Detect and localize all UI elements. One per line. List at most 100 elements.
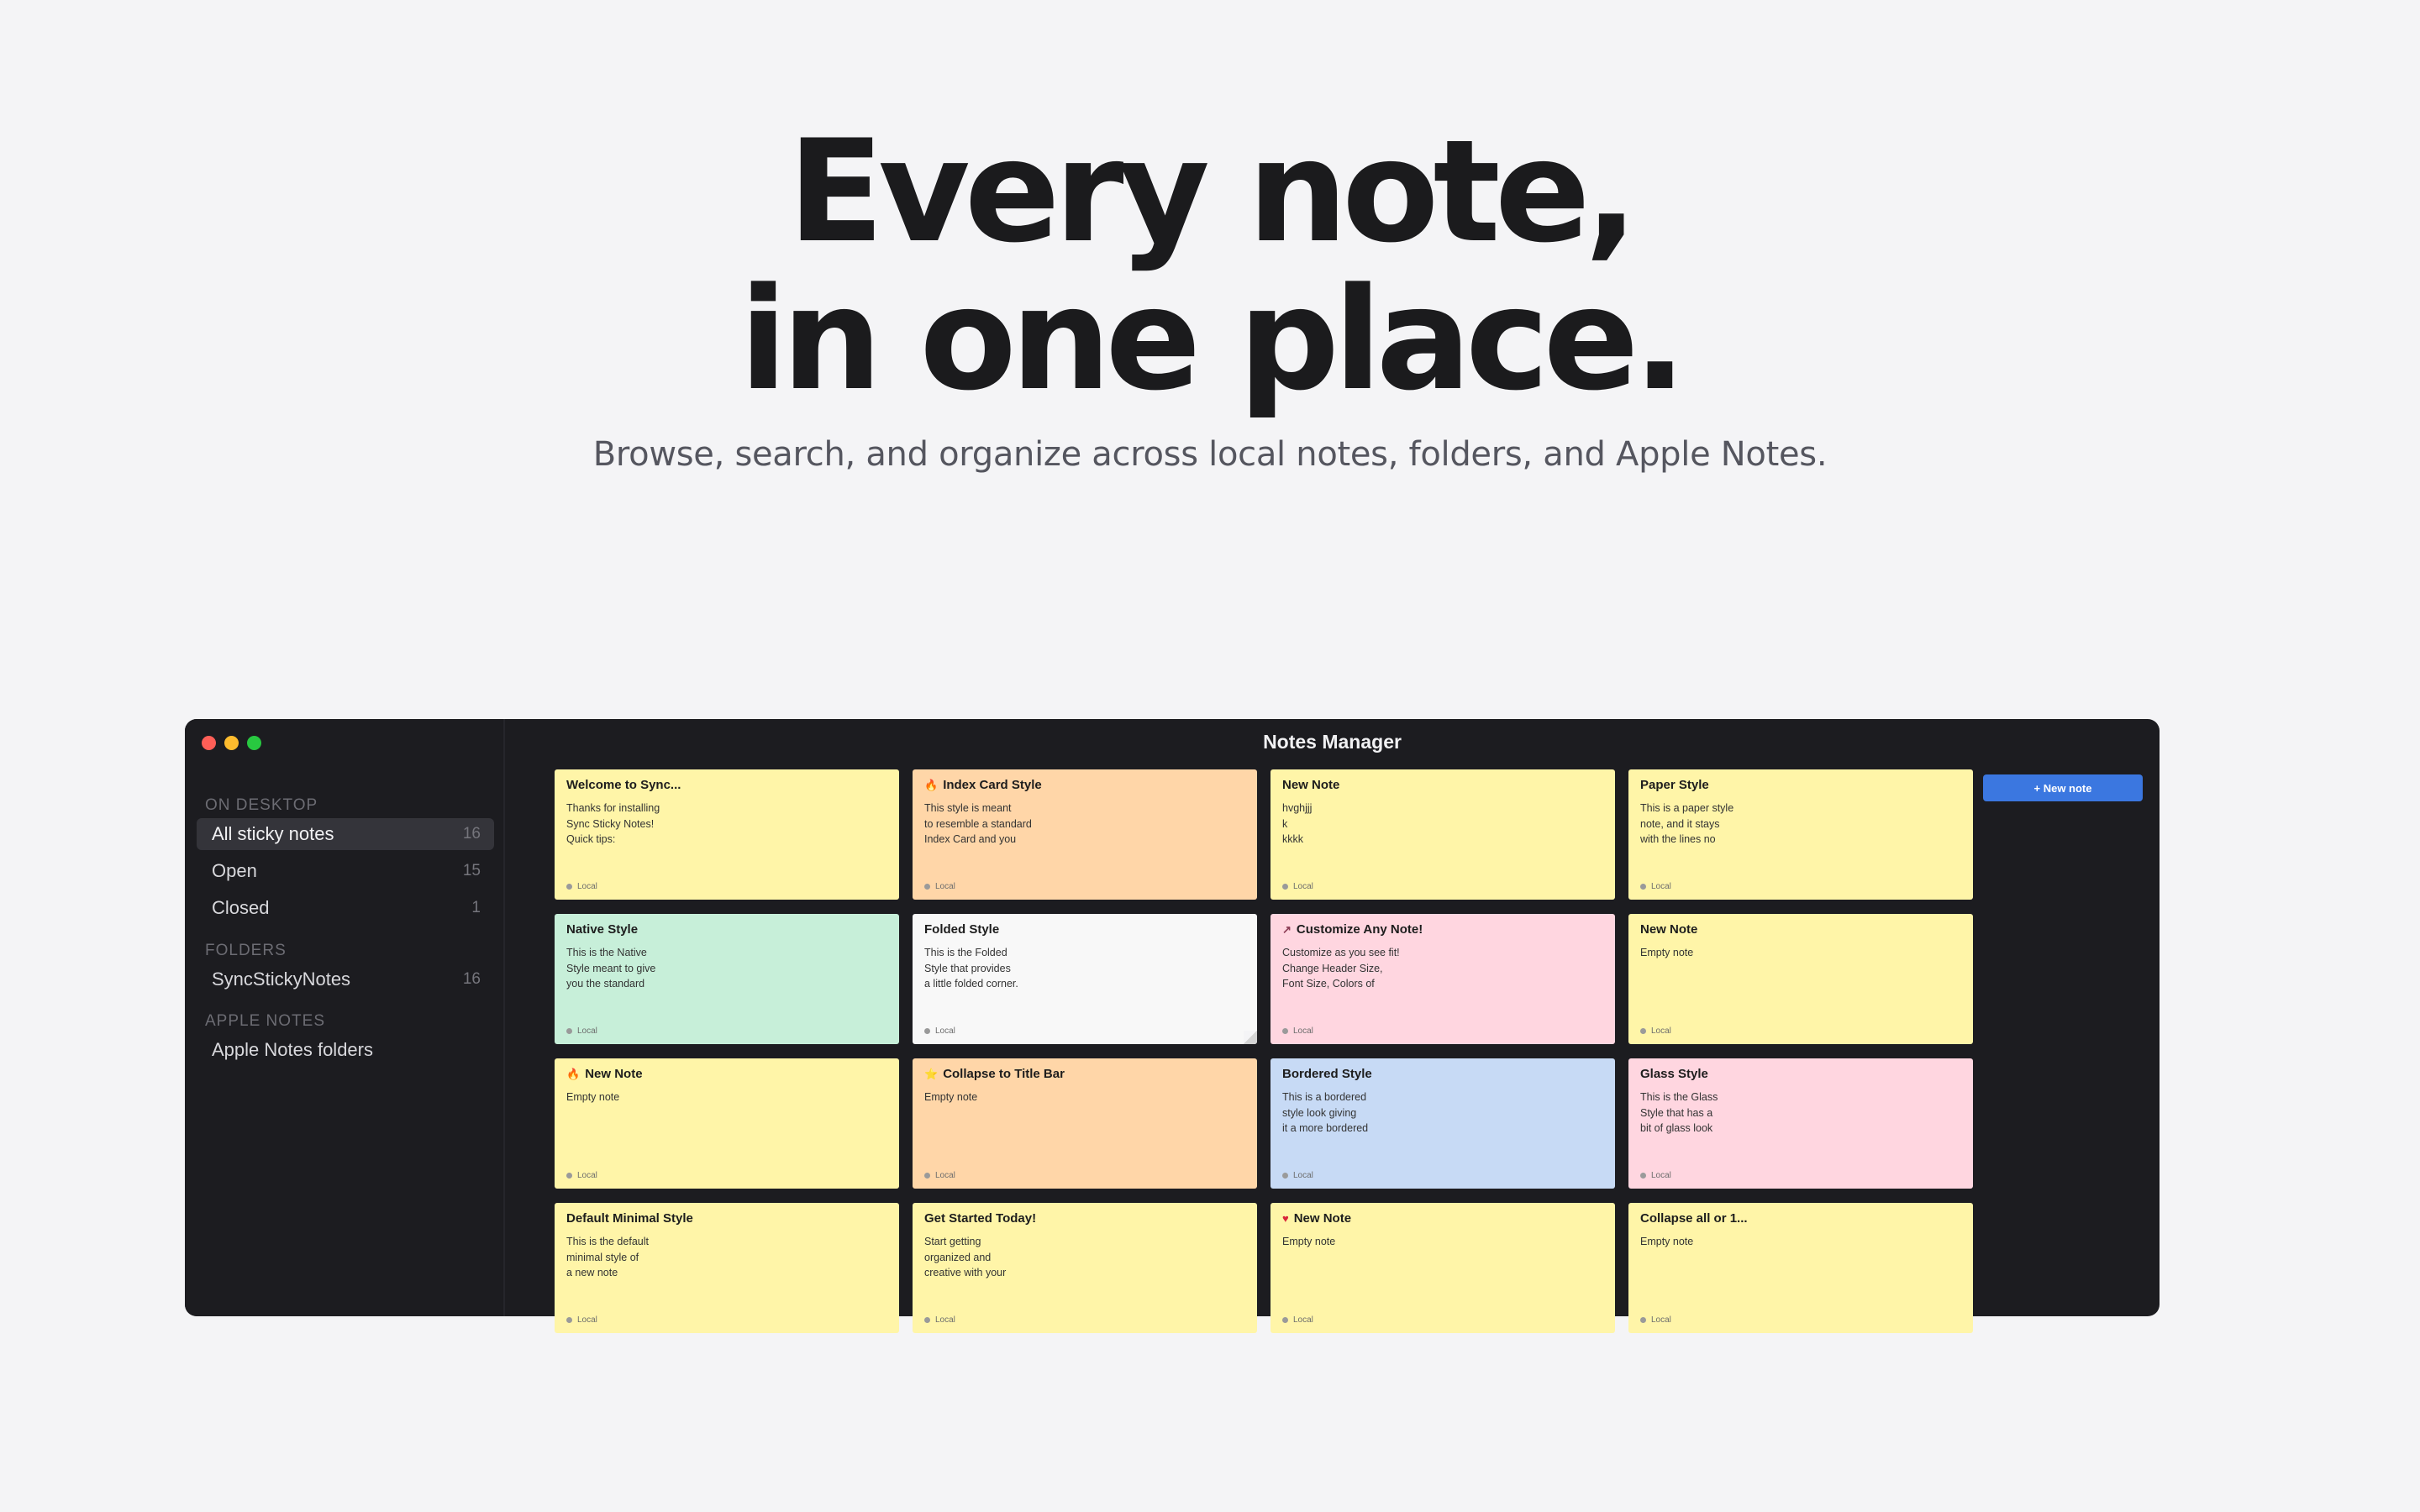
note-title: Glass Style (1640, 1067, 1961, 1081)
note-source: Local (1282, 1171, 1313, 1180)
sidebar-item-open[interactable]: Open 15 (197, 855, 494, 887)
sidebar-item-apple-notes-folders[interactable]: Apple Notes folders (197, 1034, 494, 1066)
note-card[interactable]: Welcome to Sync... Thanks for installing … (555, 769, 899, 900)
note-title: 🔥 New Note (566, 1067, 887, 1081)
note-title: ♥ New Note (1282, 1211, 1603, 1226)
note-title-text: Collapse all or 1... (1640, 1211, 1748, 1226)
note-source: Local (1282, 882, 1313, 891)
sidebar-heading-apple-notes: APPLE NOTES (205, 1012, 325, 1030)
note-card[interactable]: Folded Style This is the Folded Style tha… (913, 914, 1257, 1044)
note-preview: Customize as you see fit! Change Header … (1282, 947, 1400, 990)
close-window-button[interactable] (202, 736, 216, 750)
note-title-text: Native Style (566, 922, 639, 937)
source-dot-icon (1282, 1173, 1288, 1179)
note-card[interactable]: Bordered Style This is a bordered style l… (1270, 1058, 1615, 1189)
sidebar-heading-on-desktop: ON DESKTOP (205, 796, 318, 814)
note-preview: Start getting organized and creative wit… (924, 1236, 1007, 1278)
note-emoji-icon: ♥ (1282, 1212, 1289, 1225)
note-source: Local (1640, 1315, 1671, 1325)
note-source-label: Local (577, 882, 597, 891)
note-preview: Empty note (924, 1091, 978, 1103)
source-dot-icon (924, 884, 930, 890)
note-title-text: Collapse to Title Bar (943, 1067, 1065, 1081)
source-dot-icon (1282, 1317, 1288, 1323)
note-title-text: Bordered Style (1282, 1067, 1372, 1081)
source-dot-icon (566, 1028, 572, 1034)
note-source-label: Local (577, 1026, 597, 1036)
note-preview: This is a bordered style look giving it … (1282, 1091, 1369, 1134)
note-title: Get Started Today! (924, 1211, 1245, 1226)
minimize-window-button[interactable] (224, 736, 239, 750)
note-card[interactable]: ↗ Customize Any Note! Customize as you see… (1270, 914, 1615, 1044)
zoom-window-button[interactable] (247, 736, 261, 750)
note-source: Local (924, 1315, 955, 1325)
note-title: Native Style (566, 922, 887, 937)
note-title-text: Get Started Today! (924, 1211, 1037, 1226)
note-emoji-icon: 🔥 (566, 1068, 581, 1080)
note-emoji-icon: ↗ (1282, 923, 1292, 936)
note-title: Bordered Style (1282, 1067, 1603, 1081)
source-dot-icon (566, 1173, 572, 1179)
note-preview: This is the Native Style meant to give y… (566, 947, 656, 990)
note-card[interactable]: New Note hvghjjj k kkkk Local (1270, 769, 1615, 900)
note-source-label: Local (935, 1171, 955, 1180)
note-card[interactable]: Paper Style This is a paper style note, a… (1628, 769, 1973, 900)
sidebar-item-label: Apple Notes folders (212, 1039, 373, 1060)
note-title-text: New Note (1293, 1211, 1352, 1226)
note-source: Local (566, 1315, 597, 1325)
note-card[interactable]: Glass Style This is the Glass Style that … (1628, 1058, 1973, 1189)
note-source: Local (566, 1171, 597, 1180)
sidebar-item-all-sticky-notes[interactable]: All sticky notes 16 (197, 818, 494, 850)
source-dot-icon (1640, 1317, 1646, 1323)
sidebar-item-label: SyncStickyNotes (212, 969, 351, 990)
note-card[interactable]: New Note Empty note Local (1628, 914, 1973, 1044)
note-card[interactable]: Get Started Today! Start getting organize… (913, 1203, 1257, 1333)
note-card[interactable]: Native Style This is the Native Style mea… (555, 914, 899, 1044)
hero-title: Every note, in one place. (0, 118, 2420, 413)
note-preview: This style is meant to resemble a standa… (924, 802, 1032, 845)
note-title-text: Welcome to Sync... (566, 778, 681, 792)
note-source-label: Local (1293, 1315, 1313, 1325)
note-card[interactable]: 🔥 Index Card Style This style is meant to … (913, 769, 1257, 900)
note-title: Collapse all or 1... (1640, 1211, 1961, 1226)
source-dot-icon (1282, 1028, 1288, 1034)
sidebar-item-syncstickynotes[interactable]: SyncStickyNotes 16 (197, 963, 494, 995)
note-source: Local (924, 1171, 955, 1180)
note-card[interactable]: Default Minimal Style This is the default… (555, 1203, 899, 1333)
sidebar-item-closed[interactable]: Closed 1 (197, 892, 494, 924)
note-card[interactable]: Collapse all or 1... Empty note Local (1628, 1203, 1973, 1333)
note-source-label: Local (935, 882, 955, 891)
note-source-label: Local (1651, 1315, 1671, 1325)
note-source-label: Local (1293, 1171, 1313, 1180)
note-title: Folded Style (924, 922, 1245, 937)
new-note-button[interactable]: + New note (1983, 774, 2143, 801)
note-preview: This is the Folded Style that provides a… (924, 947, 1018, 990)
note-preview: This is a paper style note, and it stays… (1640, 802, 1734, 845)
note-card[interactable]: 🔥 New Note Empty note Local (555, 1058, 899, 1189)
note-source-label: Local (577, 1315, 597, 1325)
note-title: Default Minimal Style (566, 1211, 887, 1226)
note-title-text: Index Card Style (943, 778, 1042, 792)
note-source-label: Local (1651, 882, 1671, 891)
source-dot-icon (924, 1028, 930, 1034)
window-title: Notes Manager (1263, 731, 1402, 753)
note-source-label: Local (577, 1171, 597, 1180)
note-preview: Thanks for installing Sync Sticky Notes!… (566, 802, 660, 845)
sidebar-heading-folders: FOLDERS (205, 942, 287, 959)
note-source: Local (1640, 1171, 1671, 1180)
source-dot-icon (566, 884, 572, 890)
note-card[interactable]: ♥ New Note Empty note Local (1270, 1203, 1615, 1333)
note-source: Local (924, 1026, 955, 1036)
hero-title-line-1: Every note, (787, 109, 1638, 274)
note-title-text: Customize Any Note! (1296, 922, 1423, 937)
note-title: 🔥 Index Card Style (924, 778, 1245, 792)
note-preview: hvghjjj k kkkk (1282, 802, 1313, 845)
sidebar-item-count: 16 (462, 825, 481, 843)
note-source: Local (1282, 1315, 1313, 1325)
note-title-text: Default Minimal Style (566, 1211, 693, 1226)
note-source: Local (566, 882, 597, 891)
note-card[interactable]: ⭐ Collapse to Title Bar Empty note Local (913, 1058, 1257, 1189)
note-title-text: Glass Style (1640, 1067, 1708, 1081)
note-source: Local (566, 1026, 597, 1036)
note-source-label: Local (1651, 1171, 1671, 1180)
